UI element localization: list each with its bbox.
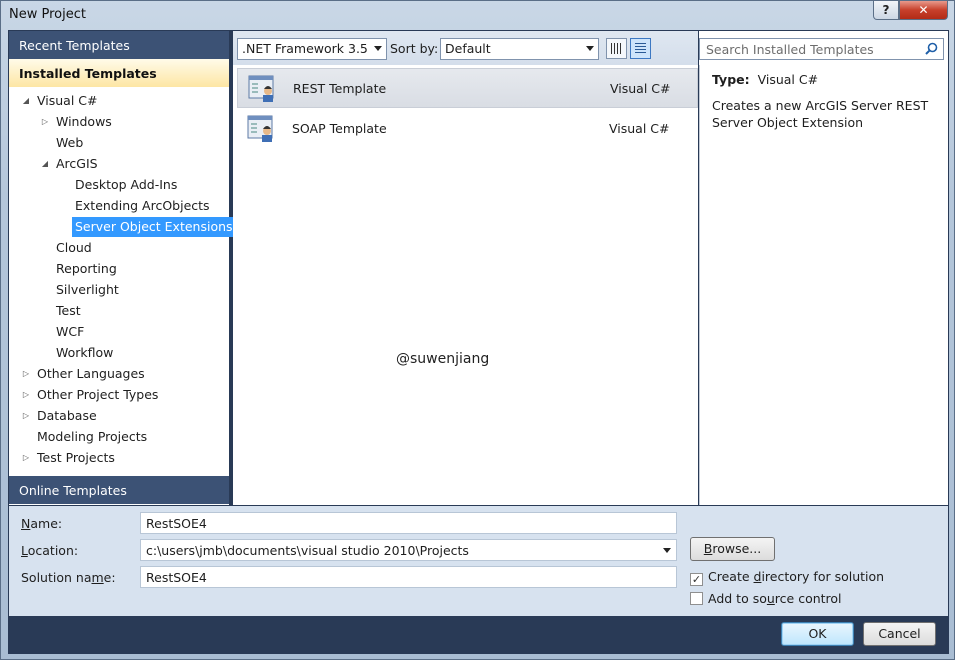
tree-item-cloud[interactable]: Cloud — [53, 238, 95, 258]
template-project-icon — [247, 115, 273, 142]
tree-item-desktop-add-ins[interactable]: Desktop Add-Ins — [72, 175, 180, 195]
tree-item-visual-c[interactable]: Visual C# — [34, 91, 101, 111]
template-details-pane: Search Installed Templates Type: Visual … — [699, 31, 948, 505]
source-control-checkbox[interactable]: Add to source control — [690, 591, 842, 606]
tree-item-server-object-extensions[interactable]: Server Object Extensions — [72, 217, 236, 237]
dialog-window: New Project ? ✕ Recent Templates Install… — [0, 0, 955, 660]
template-language: Visual C# — [610, 81, 671, 96]
type-value: Visual C# — [757, 72, 819, 87]
tree-item-other-languages[interactable]: Other Languages — [34, 364, 148, 384]
solution-name-label: Solution name: — [21, 570, 116, 585]
search-icon[interactable] — [925, 42, 938, 55]
tree-collapsed-icon[interactable]: ▷ — [21, 448, 31, 468]
tree-collapsed-icon[interactable]: ▷ — [21, 364, 31, 384]
dialog-content: Recent Templates Installed Templates ◢ Vi… — [8, 30, 949, 654]
template-categories-pane: Recent Templates Installed Templates ◢ Vi… — [9, 31, 236, 505]
name-field[interactable]: RestSOE4 — [140, 512, 677, 534]
chevron-down-icon — [586, 46, 594, 51]
sort-by-label: Sort by: — [390, 41, 439, 56]
framework-select-value: .NET Framework 3.5 — [242, 41, 368, 56]
template-item-soap[interactable]: SOAP Template Visual C# — [237, 109, 698, 149]
type-row: Type: Visual C# — [712, 72, 936, 87]
template-list-pane: .NET Framework 3.5 Sort by: Default REST… — [233, 31, 698, 505]
checkbox-checked-icon[interactable]: ✓ — [690, 573, 703, 586]
details-view-button[interactable] — [630, 38, 651, 59]
sort-by-select-value: Default — [445, 41, 491, 56]
cancel-button[interactable]: Cancel — [863, 622, 936, 646]
location-value: c:\users\jmb\documents\visual studio 201… — [146, 543, 469, 558]
recent-templates-header[interactable]: Recent Templates — [9, 31, 229, 59]
tree-collapsed-icon[interactable]: ▷ — [21, 406, 31, 426]
small-icons-view-button[interactable] — [606, 38, 627, 59]
tree-item-other-project-types[interactable]: Other Project Types — [34, 385, 161, 405]
source-control-label: Add to source control — [708, 591, 842, 606]
tree-collapsed-icon[interactable]: ▷ — [21, 385, 31, 405]
watermark-text: @suwenjiang — [396, 351, 490, 367]
checkbox-unchecked-icon[interactable] — [690, 592, 703, 605]
search-input[interactable]: Search Installed Templates — [699, 38, 944, 60]
template-toolbar: .NET Framework 3.5 Sort by: Default — [233, 31, 698, 65]
template-name: REST Template — [293, 81, 387, 96]
project-form: Name: RestSOE4 Location: c:\users\jmb\do… — [9, 506, 948, 616]
tree-expanded-icon[interactable]: ◢ — [40, 154, 50, 174]
search-placeholder: Search Installed Templates — [706, 42, 874, 57]
tree-item-wcf[interactable]: WCF — [53, 322, 87, 342]
solution-name-field[interactable]: RestSOE4 — [140, 566, 677, 588]
tree-item-arcgis[interactable]: ArcGIS — [53, 154, 101, 174]
details-view-icon — [635, 43, 646, 54]
tree-item-modeling-projects[interactable]: Modeling Projects — [34, 427, 150, 447]
tree-item-reporting[interactable]: Reporting — [53, 259, 120, 279]
type-label: Type: — [712, 72, 750, 87]
tree-item-extending-arcobjects[interactable]: Extending ArcObjects — [72, 196, 213, 216]
tree-item-workflow[interactable]: Workflow — [53, 343, 116, 363]
template-language: Visual C# — [609, 121, 670, 136]
tree-item-test-projects[interactable]: Test Projects — [34, 448, 118, 468]
framework-select[interactable]: .NET Framework 3.5 — [237, 38, 387, 60]
small-icons-view-icon — [611, 43, 622, 54]
tree-item-test[interactable]: Test — [53, 301, 84, 321]
create-directory-checkbox[interactable]: ✓ Create directory for solution — [690, 569, 884, 586]
tree-item-windows[interactable]: Windows — [53, 112, 115, 132]
help-button[interactable]: ? — [873, 1, 899, 20]
tree-item-database[interactable]: Database — [34, 406, 100, 426]
browse-button[interactable]: Browse... — [690, 537, 775, 561]
tree-item-silverlight[interactable]: Silverlight — [53, 280, 122, 300]
online-templates-header[interactable]: Online Templates — [9, 476, 229, 504]
chevron-down-icon — [374, 46, 382, 51]
template-item-rest[interactable]: REST Template Visual C# — [237, 68, 698, 108]
dialog-footer: OK Cancel — [9, 617, 948, 653]
installed-templates-header[interactable]: Installed Templates — [9, 59, 229, 87]
sort-by-select[interactable]: Default — [440, 38, 599, 60]
title-bar[interactable]: New Project ? ✕ — [1, 1, 955, 29]
tree-item-web[interactable]: Web — [53, 133, 86, 153]
window-title: New Project — [9, 7, 86, 22]
template-details: Type: Visual C# Creates a new ArcGIS Ser… — [699, 65, 948, 505]
chevron-down-icon[interactable] — [663, 548, 671, 553]
tree-collapsed-icon[interactable]: ▷ — [40, 112, 50, 132]
create-directory-label: Create directory for solution — [708, 569, 885, 584]
template-description: Creates a new ArcGIS Server REST Server … — [712, 98, 929, 130]
template-project-icon — [248, 75, 274, 102]
location-field[interactable]: c:\users\jmb\documents\visual studio 201… — [140, 539, 677, 561]
ok-button[interactable]: OK — [781, 622, 854, 646]
template-name: SOAP Template — [292, 121, 387, 136]
name-label: Name: — [21, 516, 63, 531]
tree-expanded-icon[interactable]: ◢ — [21, 91, 31, 111]
location-label: Location: — [21, 543, 79, 558]
close-button[interactable]: ✕ — [899, 1, 948, 20]
